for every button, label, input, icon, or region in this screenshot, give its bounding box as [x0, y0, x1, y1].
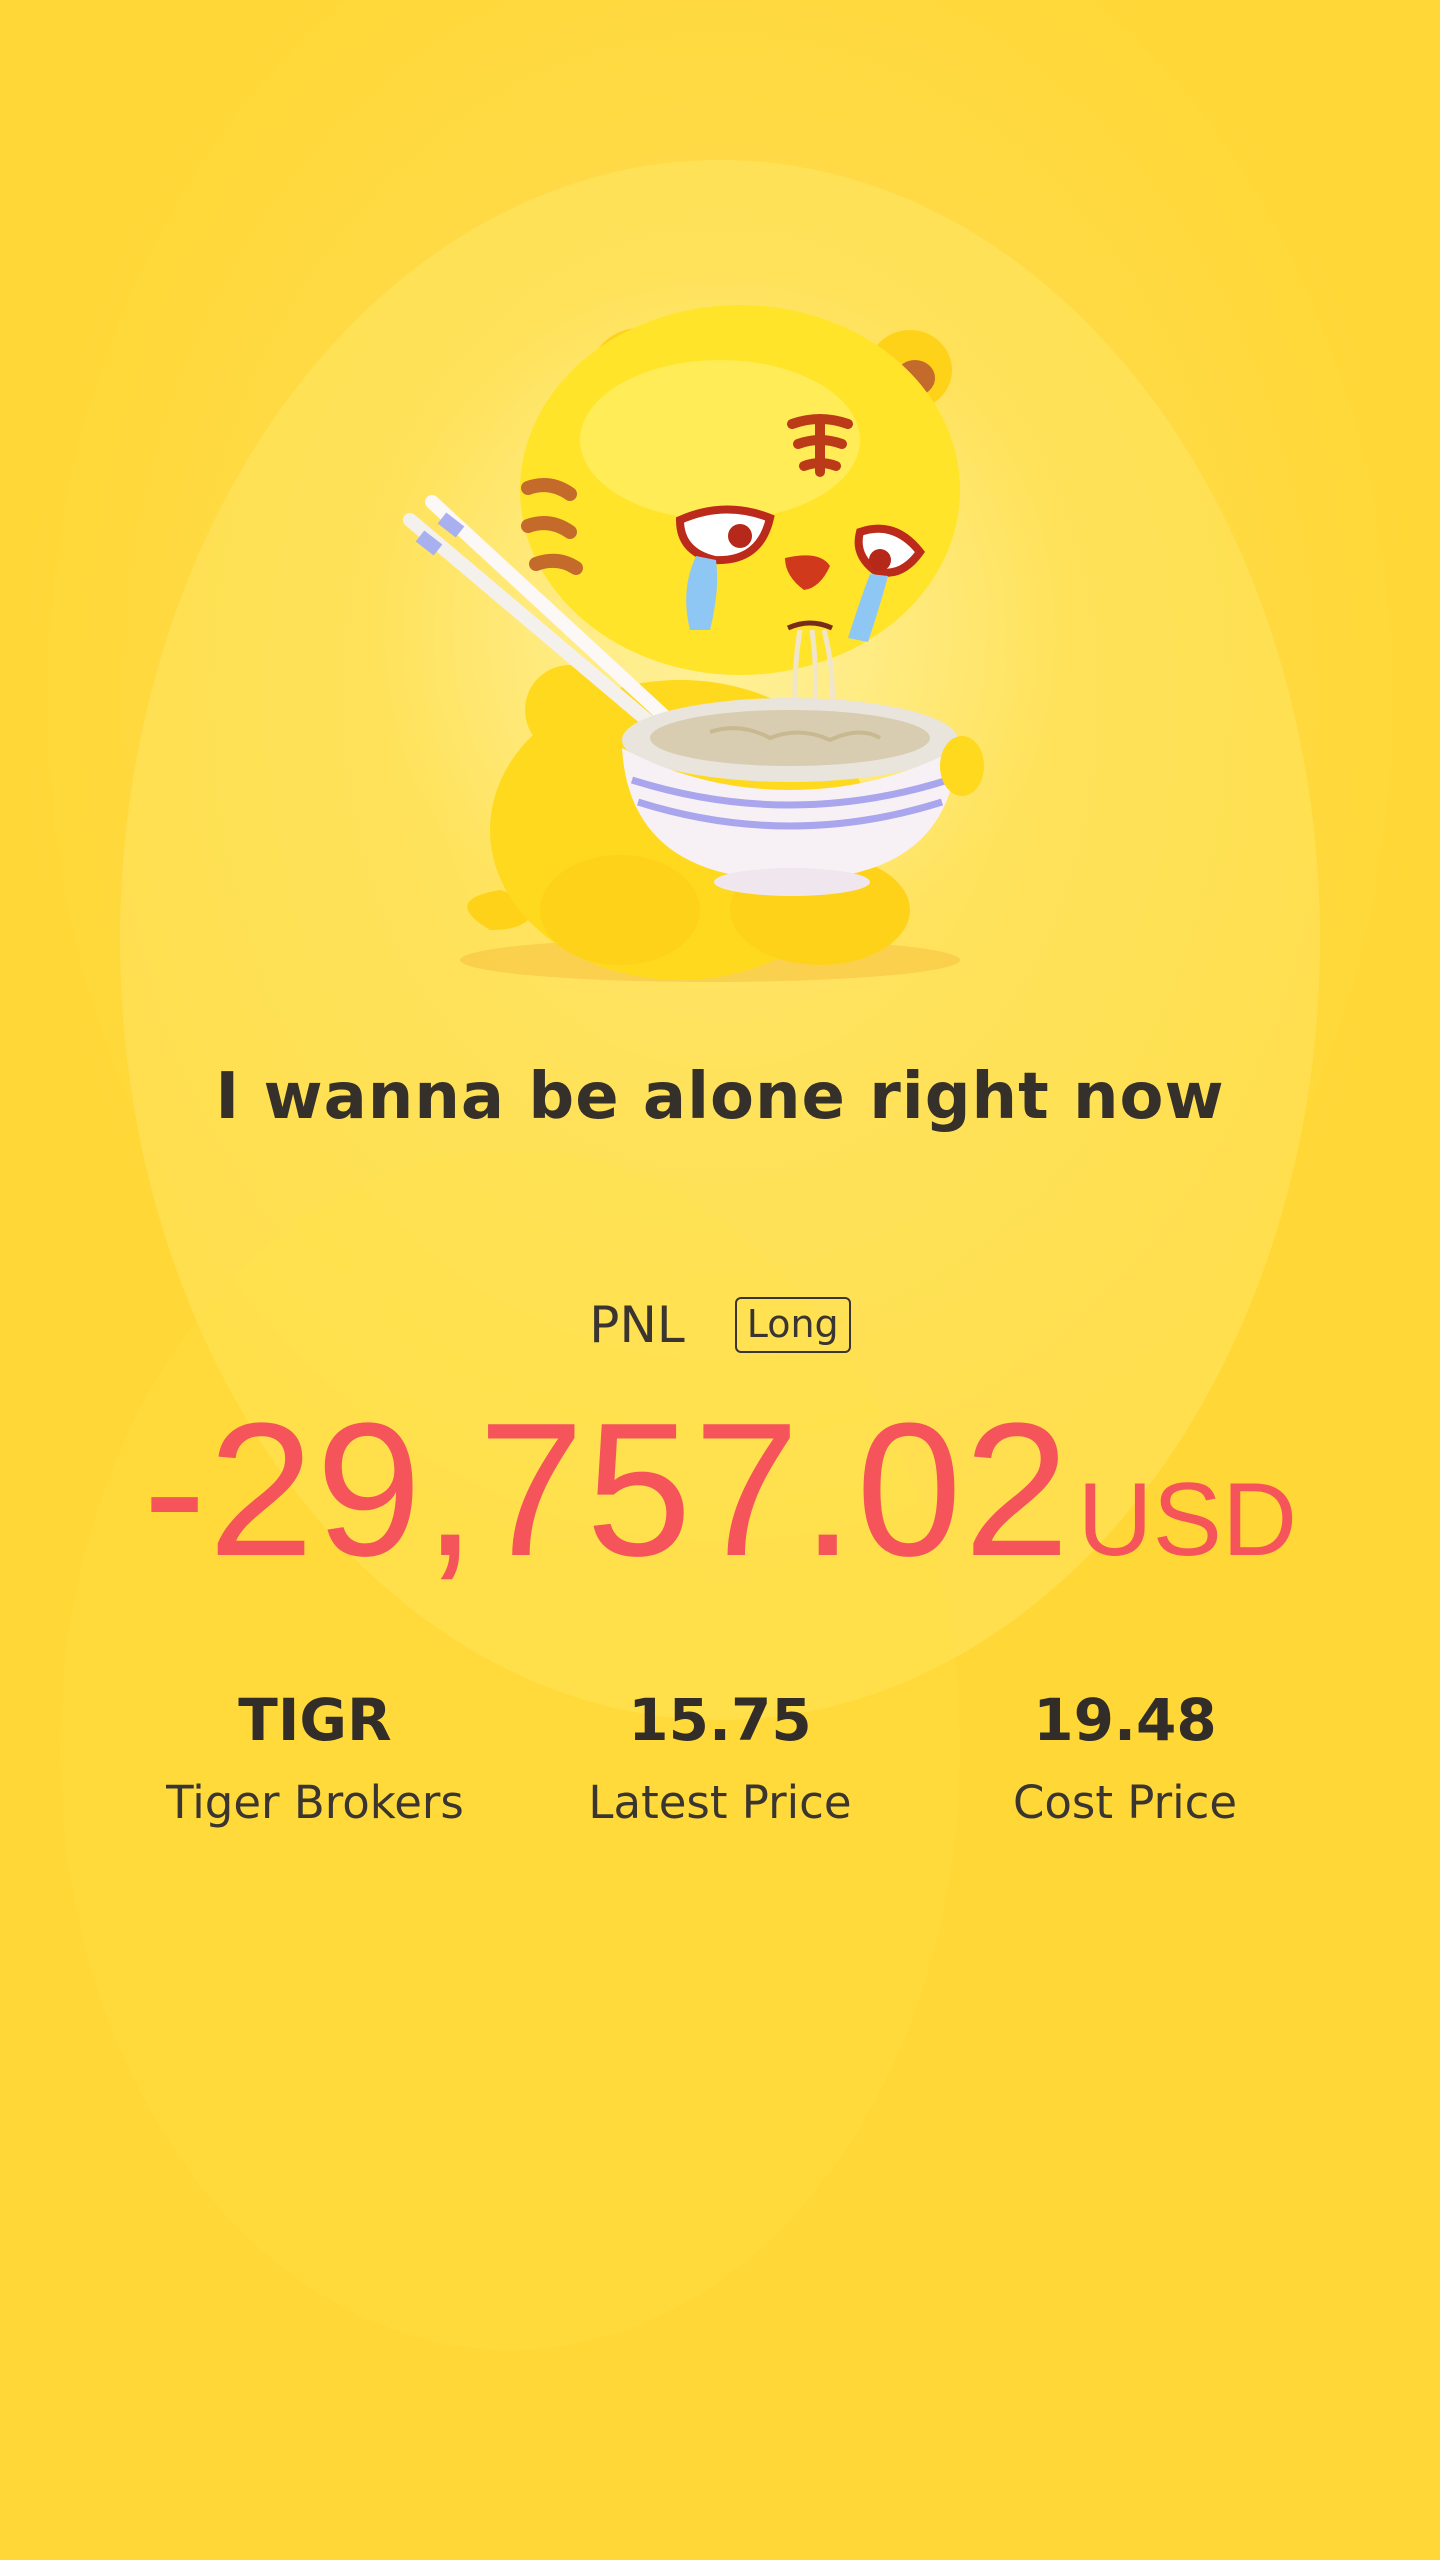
pnl-label: PNL [589, 1296, 685, 1354]
stat-label: Latest Price [588, 1776, 852, 1829]
mood-message: I wanna be alone right now [215, 1060, 1225, 1134]
pnl-amount: -29,757.02 USD [0, 1384, 1440, 1596]
pnl-amount-value: -29,757.02 [142, 1384, 1072, 1596]
pnl-currency: USD [1077, 1462, 1298, 1578]
stock-stats: TIGR Tiger Brokers 15.75 Latest Price 19… [0, 1685, 1440, 1845]
pnl-header: PNL Long [0, 1295, 1440, 1355]
stat-latest-price: 15.75 Latest Price [520, 1685, 920, 1833]
stat-label: Cost Price [1012, 1776, 1238, 1829]
stat-value: TIGR [238, 1686, 392, 1754]
crying-tiger-eating-noodles-icon [403, 305, 984, 982]
stat-cost-price: 19.48 Cost Price [925, 1685, 1325, 1833]
stat-value: 19.48 [1033, 1686, 1217, 1754]
stat-value: 15.75 [628, 1686, 812, 1754]
position-side-badge: Long [734, 1297, 851, 1353]
stat-symbol: TIGR Tiger Brokers [115, 1685, 515, 1833]
stat-label: Tiger Brokers [166, 1776, 464, 1829]
